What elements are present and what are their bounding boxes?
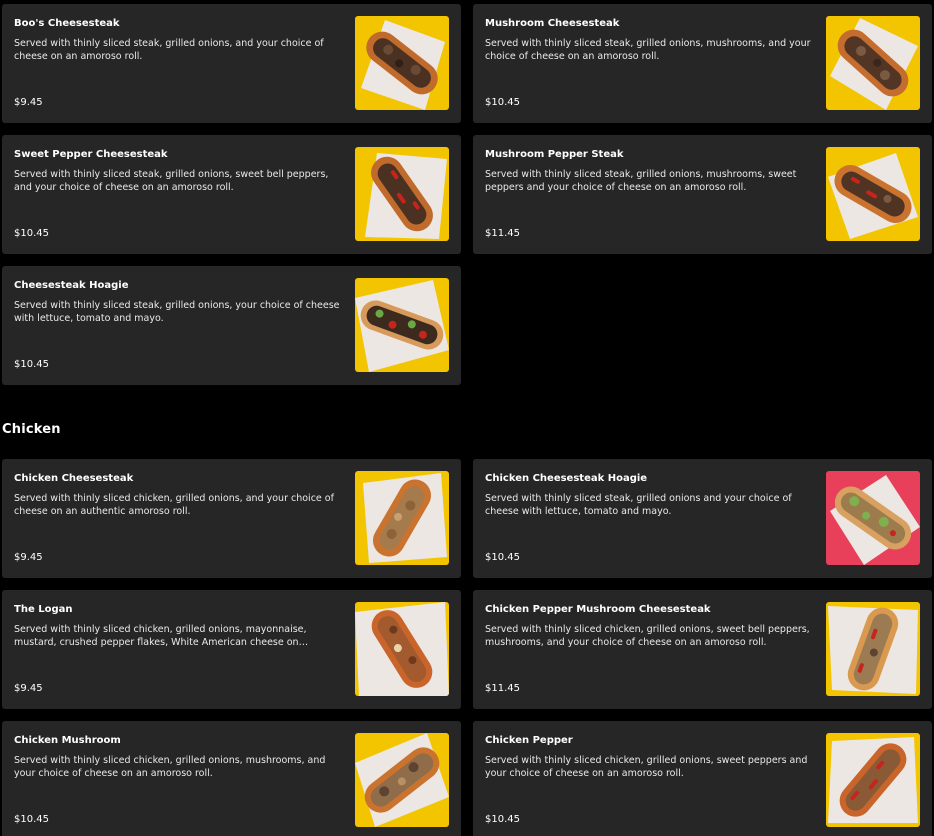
menu-item-photo	[826, 602, 920, 696]
menu-item-name: Sweet Pepper Cheesesteak	[14, 149, 168, 160]
menu-item-photo	[355, 278, 449, 372]
menu-item-card[interactable]: Chicken Mushroom Served with thinly slic…	[2, 721, 461, 836]
menu-item-price: $10.45	[485, 97, 520, 108]
menu-item-name: Chicken Cheesesteak	[14, 473, 134, 484]
menu-item-description: Served with thinly sliced steak, grilled…	[14, 169, 329, 193]
menu-item-price: $10.45	[485, 552, 520, 563]
menu-item-description: Served with thinly sliced steak, grilled…	[14, 300, 340, 324]
menu-item-photo	[355, 733, 449, 827]
menu-item-photo	[355, 471, 449, 565]
menu-item-photo	[355, 602, 449, 696]
menu-item-name: Chicken Pepper Mushroom Cheesesteak	[485, 604, 711, 615]
menu-item-price: $10.45	[14, 814, 49, 825]
menu-item-name: The Logan	[14, 604, 73, 615]
menu-item-card[interactable]: Chicken Pepper Served with thinly sliced…	[473, 721, 932, 836]
menu-item-card[interactable]: Sweet Pepper Cheesesteak Served with thi…	[2, 135, 461, 254]
menu-item-description: Served with thinly sliced steak, grilled…	[485, 169, 797, 193]
menu-item-description: Served with thinly sliced steak, grilled…	[485, 493, 792, 517]
menu-item-card[interactable]: Mushroom Pepper Steak Served with thinly…	[473, 135, 932, 254]
menu-item-price: $10.45	[14, 359, 49, 370]
menu-item-price: $9.45	[14, 552, 43, 563]
menu-item-name: Cheesesteak Hoagie	[14, 280, 129, 291]
menu-item-name: Boo's Cheesesteak	[14, 18, 120, 29]
menu-item-photo	[355, 147, 449, 241]
menu-item-name: Mushroom Pepper Steak	[485, 149, 624, 160]
menu-item-name: Chicken Mushroom	[14, 735, 121, 746]
menu-page: Boo's Cheesesteak Served with thinly sli…	[0, 0, 934, 836]
menu-item-price: $9.45	[14, 97, 43, 108]
menu-item-price: $11.45	[485, 228, 520, 239]
menu-item-price: $9.45	[14, 683, 43, 694]
menu-item-card[interactable]: The Logan Served with thinly sliced chic…	[2, 590, 461, 709]
menu-item-price: $10.45	[14, 228, 49, 239]
menu-item-description: Served with thinly sliced chicken, grill…	[485, 755, 808, 779]
menu-item-card[interactable]: Chicken Pepper Mushroom Cheesesteak Serv…	[473, 590, 932, 709]
menu-item-description: Served with thinly sliced chicken, grill…	[485, 624, 810, 648]
menu-item-name: Chicken Pepper	[485, 735, 573, 746]
menu-item-price: $11.45	[485, 683, 520, 694]
menu-item-card[interactable]: Cheesesteak Hoagie Served with thinly sl…	[2, 266, 461, 385]
menu-item-photo	[826, 16, 920, 110]
menu-item-photo	[826, 733, 920, 827]
menu-item-name: Chicken Cheesesteak Hoagie	[485, 473, 648, 484]
menu-item-photo	[826, 471, 920, 565]
menu-item-name: Mushroom Cheesesteak	[485, 18, 620, 29]
menu-item-card[interactable]: Chicken Cheesesteak Hoagie Served with t…	[473, 459, 932, 578]
menu-item-description: Served with thinly sliced chicken, grill…	[14, 624, 307, 648]
menu-item-description: Served with thinly sliced steak, grilled…	[485, 38, 811, 62]
menu-item-description: Served with thinly sliced chicken, grill…	[14, 493, 334, 517]
section-title-chicken: Chicken	[2, 422, 61, 437]
menu-item-description: Served with thinly sliced chicken, grill…	[14, 755, 326, 779]
menu-item-card[interactable]: Boo's Cheesesteak Served with thinly sli…	[2, 4, 461, 123]
menu-item-price: $10.45	[485, 814, 520, 825]
menu-item-card[interactable]: Mushroom Cheesesteak Served with thinly …	[473, 4, 932, 123]
menu-item-photo	[355, 16, 449, 110]
menu-item-description: Served with thinly sliced steak, grilled…	[14, 38, 324, 62]
menu-item-photo	[826, 147, 920, 241]
menu-item-card[interactable]: Chicken Cheesesteak Served with thinly s…	[2, 459, 461, 578]
